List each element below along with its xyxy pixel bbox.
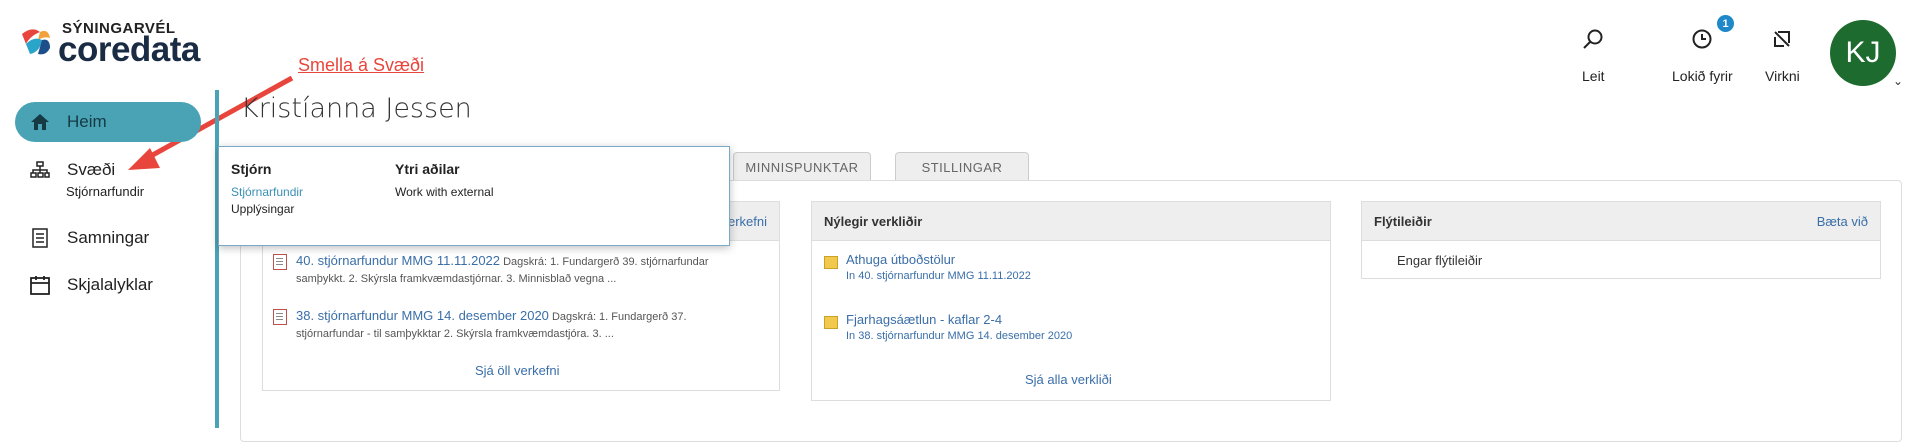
item-sub[interactable]: In 38. stjórnarfundur MMG 14. desember 2…	[846, 328, 1072, 345]
list-item[interactable]: Fjarhagsáætlun - kaflar 2-4 In 38. stjór…	[846, 311, 1072, 345]
item-desc-cont: samþykkt. 2. Skýrsla framkvæmdastjórnar.…	[296, 273, 617, 285]
document-icon	[29, 227, 51, 249]
sidebar-item-heim[interactable]: Heim	[15, 102, 201, 142]
sidebar-subitem-stjornarfundir[interactable]: Stjórnarfundir	[66, 184, 144, 199]
see-all-tasks-link[interactable]: Sjá öll verkefni	[475, 363, 560, 378]
dropdown-column-stjorn: Stjórn Stjórnarfundir Upplýsingar	[231, 161, 303, 216]
sidebar-item-label: Heim	[67, 112, 107, 131]
list-item[interactable]: Athuga útboðstölur In 40. stjórnarfundur…	[846, 251, 1031, 285]
panel-title: Flýtileiðir	[1374, 213, 1432, 229]
item-desc: Dagskrá: 1. Fundargerð 39. stjórnarfunda…	[503, 256, 709, 268]
chevron-down-icon[interactable]: ⌄	[1893, 74, 1903, 88]
area-dropdown: Stjórn Stjórnarfundir Upplýsingar Ytri a…	[218, 146, 730, 246]
search-icon	[1583, 29, 1603, 49]
dropdown-column-ytri: Ytri aðilar Work with external	[395, 161, 493, 199]
document-icon	[273, 309, 287, 325]
recent-actions-panel-header: Nýlegir verkliðir	[812, 202, 1330, 241]
sidebar-divider	[215, 90, 219, 428]
item-title[interactable]: 40. stjórnarfundur MMG 11.11.2022	[296, 253, 500, 268]
item-title[interactable]: 38. stjórnarfundur MMG 14. desember 2020	[296, 308, 549, 323]
clock-icon	[1692, 29, 1712, 49]
tab-stillingar[interactable]: STILLINGAR	[895, 152, 1029, 181]
recent-actions-panel: Nýlegir verkliðir	[811, 201, 1331, 401]
notification-badge: 1	[1716, 14, 1735, 33]
dropdown-column-title: Ytri aðilar	[395, 161, 460, 177]
search-label: Leit	[1582, 68, 1605, 84]
shortcuts-panel-header: Flýtileiðir Bæta við	[1362, 202, 1880, 241]
empty-shortcuts-text: Engar flýtileiðir	[1397, 253, 1483, 268]
recent-label: Lokið fyrir	[1672, 68, 1733, 84]
see-all-actions-link[interactable]: Sjá alla verkliði	[1025, 372, 1112, 387]
sidebar-item-label: Samningar	[67, 228, 150, 247]
panel-title: Nýlegir verkliðir	[824, 213, 923, 229]
dropdown-link-upplysingar[interactable]: Upplýsingar	[231, 202, 303, 216]
dropdown-link-stjornarfundir[interactable]: Stjórnarfundir	[231, 185, 303, 199]
sidebar-item-label: Svæði	[67, 160, 116, 179]
calendar-icon	[29, 274, 51, 296]
document-icon	[273, 254, 287, 270]
logo-main-text: coredata	[58, 30, 200, 69]
avatar[interactable]: KJ	[1830, 20, 1896, 86]
logo[interactable]: SÝNINGARVÉL coredata	[18, 20, 218, 70]
add-shortcut-link[interactable]: Bæta við	[1817, 214, 1868, 229]
page-title: Kristíanna Jessen	[241, 93, 472, 124]
sidebar-item-samningar[interactable]: Samningar	[15, 218, 201, 258]
activity-icon	[1774, 31, 1791, 47]
list-item[interactable]: 38. stjórnarfundur MMG 14. desember 2020…	[296, 307, 766, 343]
dropdown-column-title: Stjórn	[231, 161, 272, 177]
sidebar-item-label: Skjalalyklar	[67, 275, 153, 294]
tab-minnispunktar[interactable]: MINNISPUNKTAR	[733, 152, 871, 181]
search-button[interactable]: Leit	[1582, 28, 1605, 84]
dropdown-link-external[interactable]: Work with external	[395, 185, 493, 199]
list-item[interactable]: 40. stjórnarfundur MMG 11.11.2022 Dagskr…	[296, 252, 766, 288]
item-desc: Dagskrá: 1. Fundargerð 37.	[551, 311, 687, 323]
item-desc-cont: stjórnarfundar - til samþykktar 2. Skýrs…	[296, 328, 614, 340]
item-title[interactable]: Fjarhagsáætlun - kaflar 2-4	[846, 311, 1072, 328]
task-icon	[824, 256, 838, 269]
home-icon	[29, 111, 51, 133]
recent-button[interactable]: Lokið fyrir	[1672, 28, 1733, 84]
item-title[interactable]: Athuga útboðstölur	[846, 251, 1031, 268]
item-sub[interactable]: In 40. stjórnarfundur MMG 11.11.2022	[846, 268, 1031, 285]
task-icon	[824, 316, 838, 329]
logo-mark-icon	[22, 29, 50, 55]
activity-button[interactable]: Virkni	[1765, 28, 1800, 84]
sitemap-icon	[29, 159, 51, 181]
activity-label: Virkni	[1765, 68, 1800, 84]
sidebar-item-skjalalyklar[interactable]: Skjalalyklar	[15, 265, 201, 305]
